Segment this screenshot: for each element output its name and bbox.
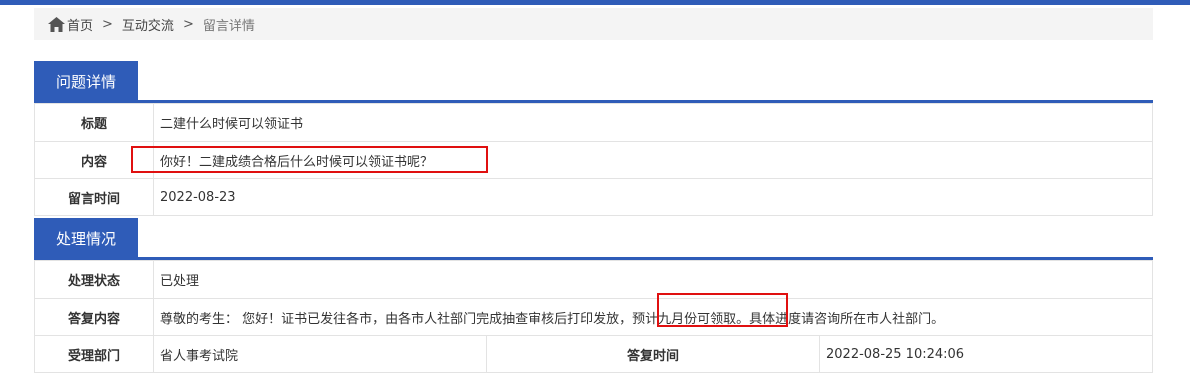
- table-row: 标题 二建什么时候可以领证书: [34, 103, 1153, 142]
- content-value: 你好！二建成绩合格后什么时候可以领证书呢？: [153, 141, 1153, 179]
- breadcrumb-separator: >: [182, 16, 194, 32]
- message-time-value: 2022-08-23: [153, 178, 1153, 216]
- table-row: 受理部门 省人事考试院 答复时间 2022-08-25 10:24:06: [34, 335, 1153, 373]
- status-value: 已处理: [153, 260, 1153, 299]
- table-row: 答复内容 尊敬的考生： 您好！证书已发往各市，由各市人社部门完成抽查审核后打印发…: [34, 298, 1153, 336]
- home-icon[interactable]: [48, 16, 65, 32]
- table-row: 处理状态 已处理: [34, 260, 1153, 299]
- breadcrumb: 首页 > 互动交流 > 留言详情: [34, 8, 1153, 40]
- handling-table: 处理状态 已处理 答复内容 尊敬的考生： 您好！证书已发往各市，由各市人社部门完…: [34, 260, 1153, 373]
- breadcrumb-home-link[interactable]: 首页: [67, 15, 93, 34]
- reply-time-value: 2022-08-25 10:24:06: [819, 335, 1153, 373]
- status-label: 处理状态: [34, 260, 154, 299]
- table-row: 留言时间 2022-08-23: [34, 178, 1153, 216]
- section-tab-handling: 处理情况: [34, 218, 138, 258]
- breadcrumb-current: 留言详情: [202, 18, 255, 34]
- title-value: 二建什么时候可以领证书: [153, 103, 1153, 142]
- content-label: 内容: [34, 141, 154, 179]
- title-label: 标题: [34, 103, 154, 142]
- department-value: 省人事考试院: [153, 335, 487, 373]
- reply-content-value: 尊敬的考生： 您好！证书已发往各市，由各市人社部门完成抽查审核后打印发放，预计九…: [153, 298, 1153, 336]
- breadcrumb-interaction-link[interactable]: 互动交流: [122, 15, 174, 34]
- question-details-table: 标题 二建什么时候可以领证书 内容 你好！二建成绩合格后什么时候可以领证书呢？ …: [34, 103, 1153, 216]
- table-row: 内容 你好！二建成绩合格后什么时候可以领证书呢？: [34, 141, 1153, 179]
- reply-content-label: 答复内容: [34, 298, 154, 336]
- reply-time-label: 答复时间: [486, 335, 820, 373]
- top-accent-bar: [0, 0, 1190, 5]
- message-time-label: 留言时间: [34, 178, 154, 216]
- section-tab-question-details: 问题详情: [34, 61, 138, 101]
- breadcrumb-separator: >: [102, 16, 113, 32]
- department-label: 受理部门: [34, 335, 154, 373]
